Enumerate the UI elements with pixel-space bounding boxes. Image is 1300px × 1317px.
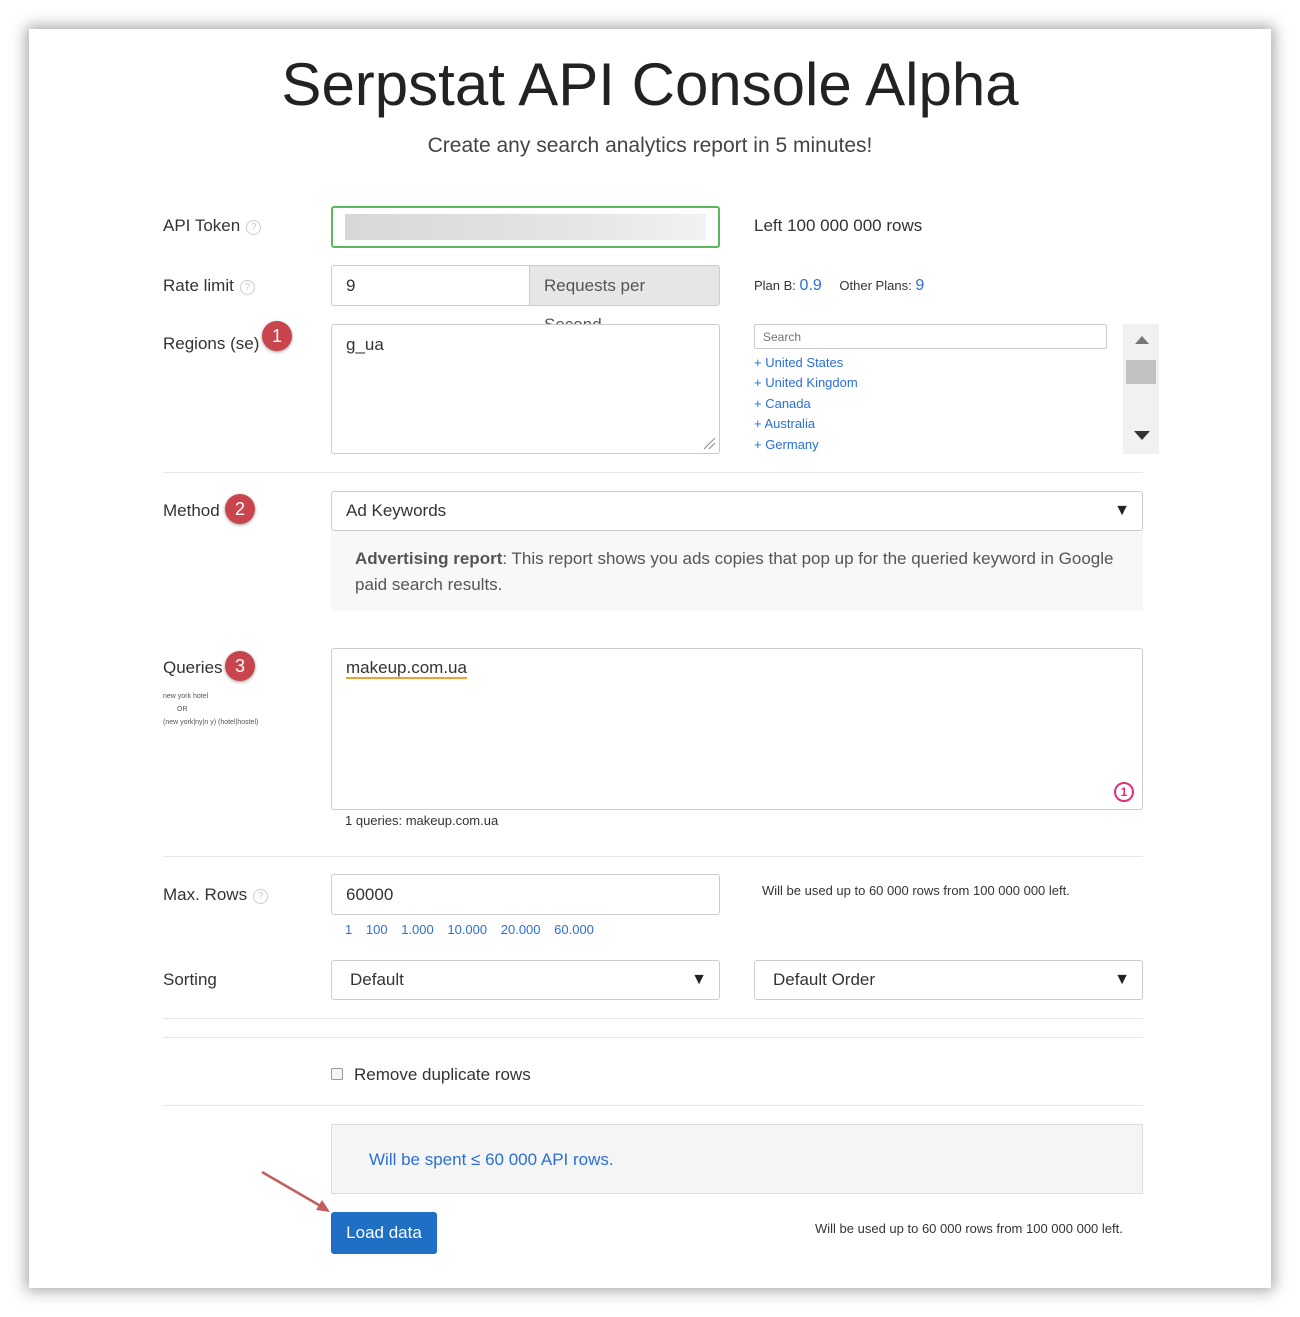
rate-limit-input[interactable]: 9 — [331, 265, 530, 306]
annotation-badge-3: 3 — [225, 651, 255, 681]
regions-textarea[interactable]: g_ua — [331, 324, 720, 454]
dropdown-caret-icon: ▼ — [691, 971, 707, 988]
max-rows-quick-links: 1 100 1.000 10.000 20.000 60.000 — [345, 922, 604, 937]
annotation-badge-2: 2 — [225, 494, 255, 524]
api-token-label: API Token? — [163, 216, 262, 236]
sorting-order-value: Default Order — [773, 970, 876, 989]
scroll-thumb[interactable] — [1126, 360, 1156, 384]
scroll-up-icon[interactable] — [1135, 336, 1149, 344]
page-title: Serpstat API Console Alpha — [281, 51, 1019, 118]
region-list: + United States + United Kingdom + Canad… — [754, 353, 1104, 455]
api-token-label-text: API Token — [163, 216, 241, 235]
rows-left-text: Left 100 000 000 rows — [754, 216, 923, 235]
quick-link-100[interactable]: 100 — [366, 922, 388, 937]
footer-note: Will be used up to 60 000 rows from 100 … — [815, 1221, 1123, 1236]
dropdown-caret-icon: ▼ — [1114, 971, 1130, 988]
method-description-title: Advertising report — [355, 549, 503, 568]
method-label: Method — [163, 501, 220, 520]
sorting-field-value: Default — [350, 970, 404, 989]
quick-link-60000[interactable]: 60.000 — [554, 922, 594, 937]
region-item-united-states[interactable]: + United States — [754, 353, 1104, 373]
remove-duplicates-label[interactable]: Remove duplicate rows — [354, 1065, 531, 1085]
region-scrollbar[interactable] — [1123, 324, 1159, 454]
annotation-badge-1: 1 — [262, 321, 292, 351]
region-item-germany[interactable]: + Germany — [754, 435, 1104, 455]
rate-limit-unit: Requests per Second — [529, 265, 720, 334]
plan-b-value[interactable]: 0.9 — [800, 277, 822, 294]
dropdown-caret-icon: ▼ — [1114, 502, 1130, 519]
plan-b-label: Plan B: — [754, 278, 796, 293]
method-select[interactable]: Ad Keywords ▼ — [331, 491, 1143, 531]
spent-summary-panel: Will be spent ≤ 60 000 API rows. — [331, 1124, 1143, 1194]
max-rows-input[interactable]: 60000 — [331, 874, 720, 915]
plan-rates: Plan B: 0.9 Other Plans: 9 — [754, 277, 924, 295]
divider — [163, 472, 1143, 473]
method-description: Advertising report: This report shows yo… — [331, 531, 1143, 611]
quick-link-1[interactable]: 1 — [345, 922, 352, 937]
divider — [163, 1037, 1143, 1038]
queries-hint-pattern: (new york|ny|n y) (hotel|hostel) — [163, 719, 259, 726]
regions-label: Regions (se) — [163, 334, 260, 353]
region-item-canada[interactable]: + Canada — [754, 394, 1104, 414]
region-item-australia[interactable]: + Australia — [754, 414, 1104, 434]
other-plans-label: Other Plans: — [839, 278, 912, 293]
resize-handle-icon[interactable] — [702, 436, 716, 450]
query-count-icon: 1 — [1114, 782, 1134, 802]
sorting-label: Sorting — [163, 970, 217, 989]
help-icon[interactable]: ? — [253, 889, 269, 904]
method-selected-value: Ad Keywords — [346, 501, 447, 520]
divider — [163, 1018, 1143, 1019]
remove-duplicates-checkbox[interactable] — [331, 1068, 343, 1080]
help-icon[interactable]: ? — [239, 280, 255, 295]
queries-label: Queries — [163, 658, 223, 677]
spent-summary-text: Will be spent ≤ 60 000 API rows. — [369, 1150, 614, 1169]
rate-limit-label: Rate limit? — [163, 276, 255, 296]
quick-link-1000[interactable]: 1.000 — [401, 922, 434, 937]
page-subtitle: Create any search analytics report in 5 … — [427, 134, 873, 157]
max-rows-label-text: Max. Rows — [163, 885, 248, 904]
max-rows-label: Max. Rows? — [163, 885, 269, 905]
api-token-masked-value — [345, 214, 706, 240]
help-icon[interactable]: ? — [246, 220, 262, 235]
sorting-field-select[interactable]: Default ▼ — [331, 960, 720, 1000]
sorting-order-select[interactable]: Default Order ▼ — [754, 960, 1143, 1000]
divider — [163, 856, 1143, 857]
region-search-input[interactable] — [754, 324, 1107, 349]
queries-textarea[interactable]: makeup.com.ua — [331, 648, 1143, 810]
queries-summary: 1 queries: makeup.com.ua — [345, 813, 499, 828]
queries-hint-example: new york hotel — [163, 693, 209, 700]
api-token-input[interactable] — [331, 206, 720, 248]
other-plans-value[interactable]: 9 — [915, 277, 924, 294]
quick-link-10000[interactable]: 10.000 — [447, 922, 487, 937]
scroll-down-icon[interactable] — [1134, 431, 1150, 440]
arrow-annotation-icon — [258, 1168, 338, 1218]
quick-link-20000[interactable]: 20.000 — [501, 922, 541, 937]
region-item-united-kingdom[interactable]: + United Kingdom — [754, 373, 1104, 393]
load-data-button[interactable]: Load data — [331, 1212, 437, 1254]
max-rows-note: Will be used up to 60 000 rows from 100 … — [762, 883, 1070, 898]
queries-hint: new york hotel OR (new york|ny|n y) (hot… — [163, 690, 258, 729]
queries-value: makeup.com.ua — [346, 658, 467, 679]
divider — [163, 1105, 1143, 1106]
rate-limit-label-text: Rate limit — [163, 276, 234, 295]
queries-hint-or: OR — [177, 706, 188, 713]
